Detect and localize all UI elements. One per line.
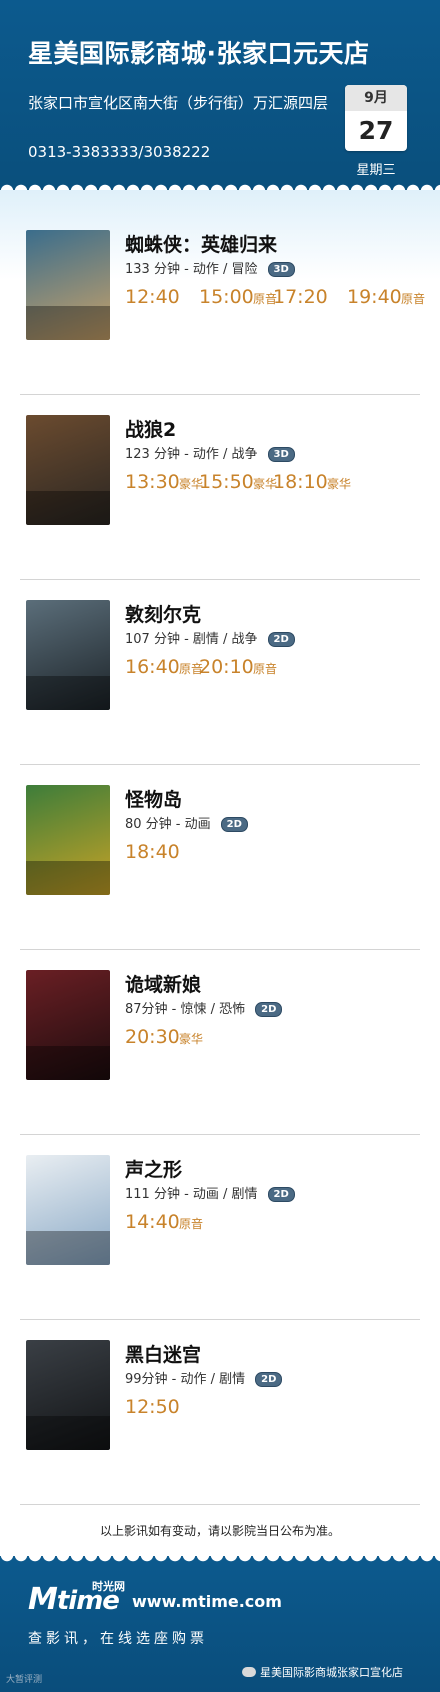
mtime-logo-m: M: [28, 1582, 58, 1617]
movie-poster[interactable]: [26, 230, 110, 340]
poster-shade: [26, 1416, 110, 1450]
cinema-phone[interactable]: 0313-3383333/3038222: [28, 143, 210, 161]
movie-duration-genre: 133 分钟 - 动作 / 冒险: [125, 262, 258, 277]
movie-meta: 133 分钟 - 动作 / 冒险 3D: [125, 258, 295, 277]
movie-poster[interactable]: [26, 1340, 110, 1450]
movie-duration-genre: 80 分钟 - 动画: [125, 817, 211, 832]
showtime[interactable]: 20:10: [199, 656, 254, 678]
format-badge: 2D: [255, 1002, 283, 1017]
calendar-month: 9月: [345, 85, 407, 111]
mtime-footer: Mtime 时光网 www.mtime.com 查影讯，在线选座购票 星美国际影…: [0, 1555, 440, 1692]
movie-duration-genre: 123 分钟 - 动作 / 战争: [125, 447, 258, 462]
movie-title[interactable]: 蜘蛛侠：英雄归来: [125, 230, 277, 257]
movie-title[interactable]: 声之形: [125, 1155, 182, 1182]
poster-shade: [26, 306, 110, 340]
movie-poster[interactable]: [26, 970, 110, 1080]
movie-poster[interactable]: [26, 600, 110, 710]
showtime[interactable]: 16:40: [125, 656, 180, 678]
wechat-account[interactable]: 星美国际影商城张家口宣化店: [242, 1664, 403, 1680]
format-badge: 2D: [220, 817, 248, 832]
poster-shade: [26, 861, 110, 895]
showtime[interactable]: 15:00: [199, 286, 254, 308]
wechat-account-name: 星美国际影商城张家口宣化店: [260, 1666, 403, 1679]
poster-shade: [26, 1046, 110, 1080]
format-badge: 2D: [255, 1372, 283, 1387]
movie-row[interactable]: 蜘蛛侠：英雄归来 133 分钟 - 动作 / 冒险 3D 12:40 15:00 原音 17…: [20, 210, 425, 395]
cinema-schedule-page: 星美国际影商城·张家口元天店 张家口市宣化区南大街（步行街）万汇源四层 0313…: [0, 0, 440, 1692]
header-perforated-edge: [0, 177, 440, 191]
format-badge: 3D: [267, 447, 295, 462]
cinema-address: 张家口市宣化区南大街（步行街）万汇源四层: [28, 94, 329, 112]
movie-row[interactable]: 黑白迷宫 99分钟 - 动作 / 剧情 2D 12:50: [20, 1320, 420, 1505]
showtime[interactable]: 20:30: [125, 1026, 180, 1048]
movie-meta: 111 分钟 - 动画 / 剧情 2D: [125, 1183, 295, 1202]
showtime[interactable]: 12:40: [125, 286, 180, 308]
mtime-logo-cn: 时光网: [92, 1580, 125, 1593]
schedule-disclaimer: 以上影讯如有变动，请以影院当日公布为准。: [99, 1524, 340, 1538]
movie-meta: 99分钟 - 动作 / 剧情 2D: [125, 1368, 283, 1387]
image-credit: 大暂评测: [6, 1675, 43, 1685]
calendar-icon: 9月 27: [345, 85, 407, 151]
showtime[interactable]: 14:40: [125, 1211, 180, 1233]
movie-duration-genre: 111 分钟 - 动画 / 剧情: [125, 1187, 258, 1202]
format-badge: 3D: [267, 262, 295, 277]
showtime-hall-tag: 原音: [179, 1217, 204, 1231]
showtime-hall-tag: 豪华: [179, 1032, 204, 1046]
movie-title[interactable]: 诡域新娘: [125, 970, 201, 997]
format-badge: 2D: [267, 632, 295, 647]
movie-title[interactable]: 敦刻尔克: [125, 600, 201, 627]
movie-poster[interactable]: [26, 1155, 110, 1265]
movie-list: 蜘蛛侠：英雄归来 133 分钟 - 动作 / 冒险 3D 12:40 15:00 原音 17…: [20, 210, 425, 1505]
cinema-header: 星美国际影商城·张家口元天店 张家口市宣化区南大街（步行街）万汇源四层 0313…: [0, 0, 440, 191]
movie-duration-genre: 107 分钟 - 剧情 / 战争: [125, 632, 258, 647]
movie-duration-genre: 87分钟 - 惊悚 / 恐怖: [125, 1002, 246, 1017]
showtime[interactable]: 13:30: [125, 471, 180, 493]
movie-poster[interactable]: [26, 785, 110, 895]
movie-title[interactable]: 战狼2: [125, 415, 176, 442]
movie-meta: 123 分钟 - 动作 / 战争 3D: [125, 443, 295, 462]
movie-row[interactable]: 诡域新娘 87分钟 - 惊悚 / 恐怖 2D 20:30 豪华: [20, 950, 420, 1135]
cinema-title: 星美国际影商城·张家口元天店: [28, 39, 370, 68]
mtime-url[interactable]: www.mtime.com: [132, 1592, 282, 1611]
format-badge: 2D: [267, 1187, 295, 1202]
wechat-icon: [242, 1667, 256, 1677]
movie-meta: 107 分钟 - 剧情 / 战争 2D: [125, 628, 295, 647]
movie-meta: 87分钟 - 惊悚 / 恐怖 2D: [125, 998, 283, 1017]
showtime[interactable]: 19:40: [347, 286, 402, 308]
showtime[interactable]: 15:50: [199, 471, 254, 493]
showtime-hall-tag: 豪华: [327, 477, 352, 491]
movie-title[interactable]: 怪物岛: [125, 785, 182, 812]
movie-row[interactable]: 战狼2 123 分钟 - 动作 / 战争 3D 13:30 豪华 15:50 豪华 18:10…: [20, 395, 420, 580]
poster-shade: [26, 491, 110, 525]
mtime-slogan: 查影讯，在线选座购票: [28, 1631, 208, 1647]
poster-shade: [26, 1231, 110, 1265]
movie-duration-genre: 99分钟 - 动作 / 剧情: [125, 1372, 246, 1387]
showtime[interactable]: 17:20: [273, 286, 328, 308]
showtime[interactable]: 18:40: [125, 841, 180, 863]
calendar-day: 27: [358, 116, 394, 145]
movie-row[interactable]: 怪物岛 80 分钟 - 动画 2D 18:40: [20, 765, 420, 950]
poster-shade: [26, 676, 110, 710]
movie-poster[interactable]: [26, 415, 110, 525]
showtime[interactable]: 12:50: [125, 1396, 180, 1418]
movie-title[interactable]: 黑白迷宫: [125, 1340, 201, 1367]
footer-perforated-edge: [0, 1555, 440, 1569]
calendar-weekday: 星期三: [356, 163, 396, 178]
showtime-hall-tag: 原音: [401, 292, 426, 306]
movie-row[interactable]: 声之形 111 分钟 - 动画 / 剧情 2D 14:40 原音: [20, 1135, 420, 1320]
movie-meta: 80 分钟 - 动画 2D: [125, 813, 248, 832]
showtime[interactable]: 18:10: [273, 471, 328, 493]
showtime-hall-tag: 原音: [253, 662, 278, 676]
movie-row[interactable]: 敦刻尔克 107 分钟 - 剧情 / 战争 2D 16:40 原音 20:10 原音: [20, 580, 420, 765]
